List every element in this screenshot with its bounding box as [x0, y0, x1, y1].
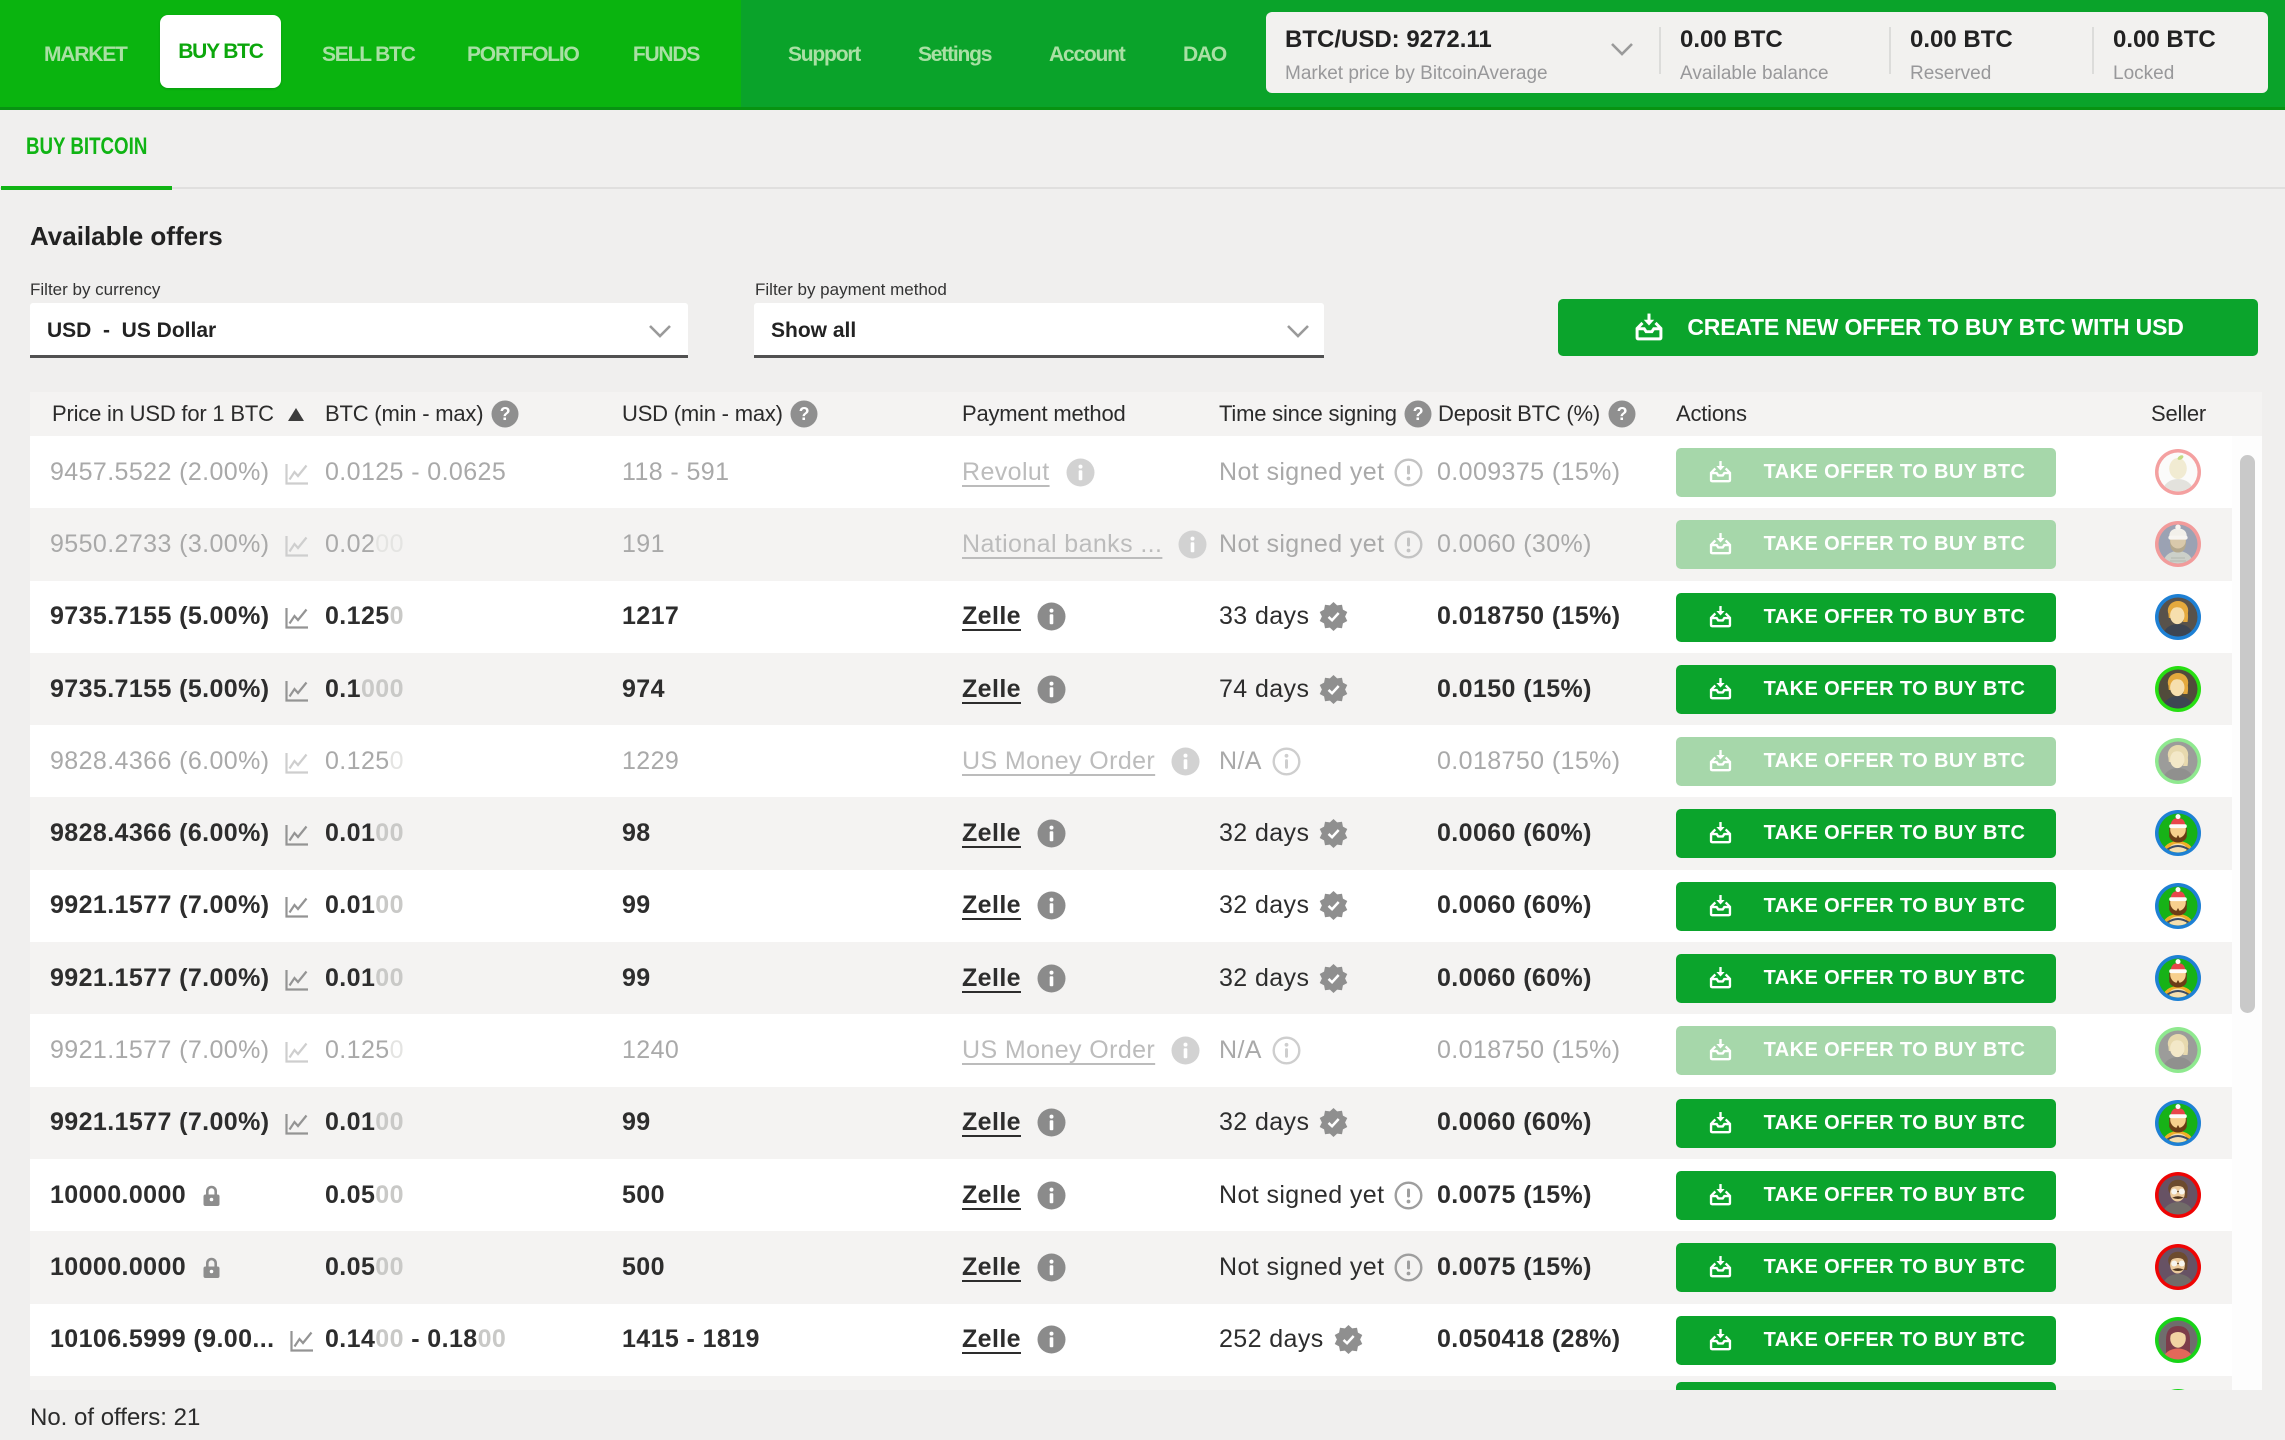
svg-text:?: ? [799, 404, 810, 424]
svg-text:?: ? [1413, 404, 1424, 424]
svg-text:?: ? [500, 404, 511, 424]
svg-text:?: ? [1617, 404, 1628, 424]
